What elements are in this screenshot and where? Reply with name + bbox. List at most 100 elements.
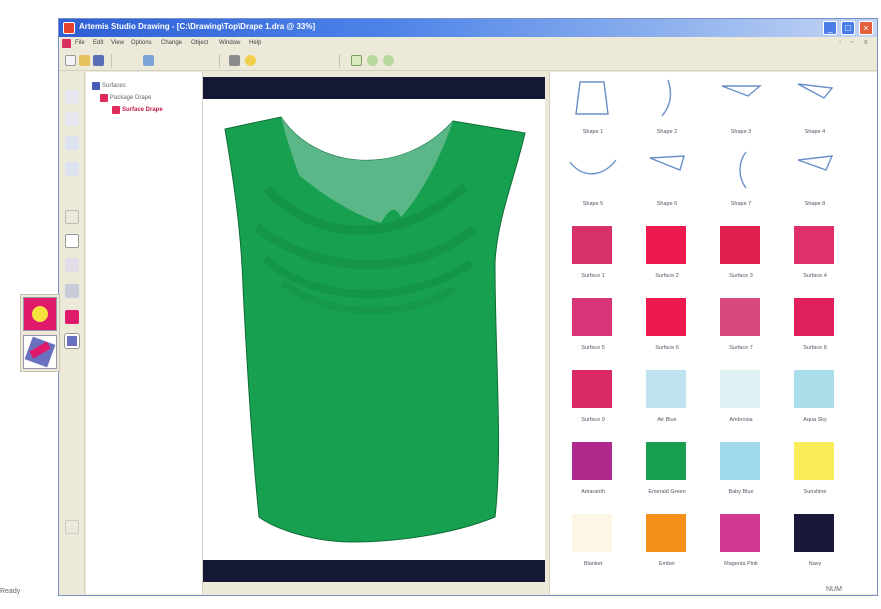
- save-icon[interactable]: [93, 55, 104, 66]
- flower-center-icon: [32, 306, 48, 322]
- library-tile[interactable]: Amaranth: [558, 434, 628, 504]
- library-tile[interactable]: Ambrosia: [706, 362, 776, 432]
- surface-swatch: [646, 442, 686, 480]
- light-icon[interactable]: [245, 55, 256, 66]
- zoom-tool-icon[interactable]: [65, 136, 79, 150]
- drawing-canvas[interactable]: [203, 77, 545, 582]
- tile-label: Ember: [658, 561, 676, 567]
- menu-file[interactable]: File: [75, 40, 85, 46]
- status-indicator: NUM: [826, 586, 842, 593]
- rotate-tool-icon[interactable]: [65, 162, 79, 176]
- surface-swatch: [720, 298, 760, 336]
- library-tile[interactable]: Navy: [780, 506, 850, 576]
- zoom-in-icon[interactable]: [367, 55, 378, 66]
- library-tile[interactable]: Air Blue: [632, 362, 702, 432]
- surface-icon: [112, 106, 120, 114]
- surface-swatch: [720, 442, 760, 480]
- pencil-tool-icon[interactable]: [65, 258, 79, 272]
- package-icon: [100, 94, 108, 102]
- library-tile[interactable]: Surface 3: [706, 218, 776, 288]
- library-tile[interactable]: Shape 1: [558, 74, 628, 144]
- zoom-out-icon[interactable]: [383, 55, 394, 66]
- menu-options[interactable]: Options: [131, 40, 152, 46]
- library-tile[interactable]: Shape 7: [706, 146, 776, 216]
- texture-map-icon[interactable]: [23, 335, 57, 369]
- doc-close-button[interactable]: x: [864, 39, 868, 46]
- tile-label: Surface 2: [655, 273, 679, 279]
- tile-label: Blanket: [583, 561, 603, 567]
- menu-help[interactable]: Help: [249, 40, 261, 46]
- library-tile[interactable]: Surface 8: [780, 290, 850, 360]
- tool-palette: [59, 72, 85, 594]
- library-tile[interactable]: Shape 6: [632, 146, 702, 216]
- surface-swatch: [794, 298, 834, 336]
- tree-item-label: Surfaces: [102, 83, 126, 89]
- surface-swatch: [646, 514, 686, 552]
- fill-tool-icon[interactable]: [65, 310, 79, 324]
- tile-label: Surface 4: [803, 273, 827, 279]
- library-tile[interactable]: Blanket: [558, 506, 628, 576]
- library-tile[interactable]: Magenta Pink: [706, 506, 776, 576]
- tile-label: Shape 2: [656, 129, 678, 135]
- library-tile[interactable]: Shape 3: [706, 74, 776, 144]
- open-icon[interactable]: [79, 55, 90, 66]
- shape-outline-icon: [797, 155, 834, 171]
- menu-view[interactable]: View: [111, 40, 124, 46]
- page-icon[interactable]: [351, 55, 362, 66]
- menu-edit[interactable]: Edit: [93, 40, 103, 46]
- menu-window[interactable]: Window: [219, 40, 240, 46]
- close-button[interactable]: ×: [859, 21, 873, 35]
- library-tile[interactable]: Sunshine: [780, 434, 850, 504]
- pattern-tool-icon[interactable]: [64, 333, 80, 349]
- new-icon[interactable]: [65, 55, 76, 66]
- menu-change[interactable]: Change: [161, 40, 182, 46]
- tree-item[interactable]: Surfaces: [92, 82, 126, 92]
- app-window: Artemis Studio Drawing - [C:\Drawing\Top…: [58, 18, 878, 596]
- maximize-button[interactable]: □: [841, 21, 855, 35]
- rectangle-tool-icon[interactable]: [65, 234, 79, 248]
- select-tool-icon[interactable]: [65, 90, 79, 104]
- menu-bar: File Edit View Options Change Object Win…: [59, 38, 877, 50]
- curve-tool-icon[interactable]: [65, 210, 79, 224]
- library-tile[interactable]: Surface 9: [558, 362, 628, 432]
- transform-tool-icon[interactable]: [65, 284, 79, 298]
- surface-swatch: [794, 226, 834, 264]
- library-tile[interactable]: Ember: [632, 506, 702, 576]
- library-tile[interactable]: Surface 2: [632, 218, 702, 288]
- surface-swatch: [794, 514, 834, 552]
- doc-minimize-button[interactable]: -: [839, 39, 841, 46]
- tree-item[interactable]: Package Drape: [100, 94, 151, 104]
- library-tile[interactable]: Aqua Sky: [780, 362, 850, 432]
- draw-icon[interactable]: [143, 55, 154, 66]
- tile-label: Shape 8: [804, 201, 826, 207]
- library-tile[interactable]: Surface 4: [780, 218, 850, 288]
- tree-item-selected[interactable]: Surface Drape: [112, 106, 163, 116]
- library-tile[interactable]: Surface 6: [632, 290, 702, 360]
- library-tile[interactable]: Surface 5: [558, 290, 628, 360]
- tile-label: Surface 9: [581, 417, 605, 423]
- library-tile[interactable]: Shape 5: [558, 146, 628, 216]
- library-tile[interactable]: Shape 2: [632, 74, 702, 144]
- library-tile[interactable]: Surface 7: [706, 290, 776, 360]
- library-tile[interactable]: Surface 1: [558, 218, 628, 288]
- library-tile[interactable]: Shape 4: [780, 74, 850, 144]
- cowl-neck-top-drawing[interactable]: [203, 77, 545, 582]
- surface-library-panel: Shape 1 Shape 2 Shape 3 Shape 4 Shape 5 Shape…: [549, 72, 877, 594]
- flower-pattern-icon[interactable]: [23, 297, 57, 331]
- title-bar[interactable]: Artemis Studio Drawing - [C:\Drawing\Top…: [59, 19, 877, 37]
- library-tile[interactable]: Baby Blue: [706, 434, 776, 504]
- surface-swatch: [646, 226, 686, 264]
- menu-object[interactable]: Object: [191, 40, 208, 46]
- tile-label: Shape 4: [804, 129, 826, 135]
- tile-label: Surface 8: [803, 345, 827, 351]
- library-tile[interactable]: Emerald Green: [632, 434, 702, 504]
- minimize-button[interactable]: _: [823, 21, 837, 35]
- tile-label: Navy: [808, 561, 822, 567]
- hand-tool-icon[interactable]: [65, 112, 79, 126]
- print-icon[interactable]: [229, 55, 240, 66]
- status-text: Ready: [0, 588, 21, 595]
- shape-outline-icon: [661, 79, 672, 117]
- doc-restore-button[interactable]: ▫: [851, 39, 853, 46]
- brush-tool-icon[interactable]: [65, 520, 79, 534]
- library-tile[interactable]: Shape 8: [780, 146, 850, 216]
